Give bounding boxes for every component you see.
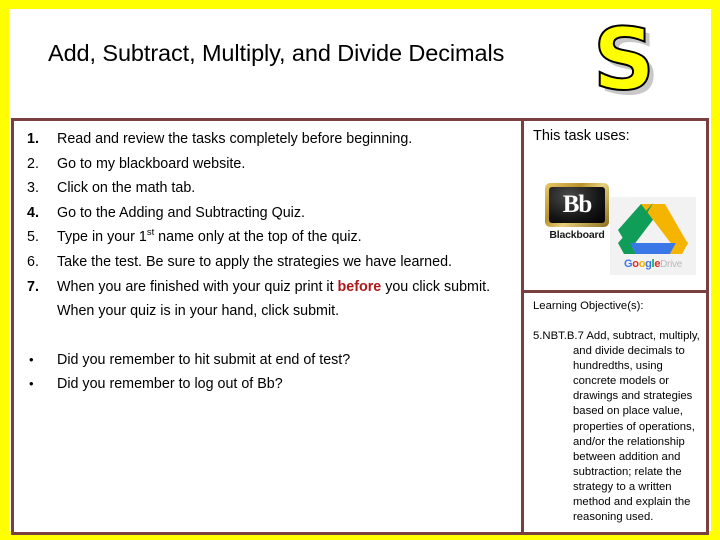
emphasis-before: before: [337, 278, 382, 295]
slide-header: Add, Subtract, Multiply, and Divide Deci…: [9, 9, 711, 110]
step-number: 7.: [27, 278, 39, 295]
blackboard-mark: Bb: [549, 187, 605, 223]
blackboard-caption: Blackboard: [549, 229, 605, 241]
step-text-post: name only at the top of the quiz.: [154, 229, 362, 246]
reminder-item-2: • Did you remember to log out of Bb?: [14, 372, 521, 397]
tools-used-panel: This task uses: Bb Blackboard GoogleDriv…: [524, 121, 706, 293]
step-number: 6.: [27, 253, 39, 270]
bullet-icon: •: [29, 351, 34, 367]
step-text: Type in your 1st name only at the top of…: [57, 225, 521, 250]
blackboard-logo-icon: Bb Blackboard: [545, 183, 609, 241]
task-step-1: 1. Read and review the tasks completely …: [14, 127, 521, 152]
task-step-7: 7. When you are finished with your quiz …: [14, 275, 521, 324]
reminder-item-1: • Did you remember to hit submit at end …: [14, 348, 521, 373]
step-number: 3.: [27, 180, 39, 197]
tools-used-title: This task uses:: [533, 128, 630, 144]
letter-s-logo-icon: S: [592, 10, 656, 110]
google-drive-logo-icon: GoogleDrive: [610, 197, 696, 275]
step-text: When you are finished with your quiz pri…: [57, 275, 521, 324]
learning-objectives-panel: Learning Objective(s): 5.NBT.B.7 Add, su…: [524, 293, 706, 532]
step-number: 5.: [27, 229, 39, 246]
learning-objectives-title: Learning Objective(s):: [533, 300, 644, 312]
step-text: Read and review the tasks completely bef…: [57, 131, 413, 147]
task-table: 1. Read and review the tasks completely …: [11, 118, 709, 535]
learning-objectives-text: 5.NBT.B.7 Add, subtract, multiply, and d…: [533, 330, 700, 524]
step-text: Click on the math tab.: [57, 180, 196, 197]
step-number: 1.: [27, 131, 39, 147]
step-text: Go to my blackboard website.: [57, 155, 246, 172]
step-text-pre: When you are finished with your quiz pri…: [57, 278, 338, 295]
reminder-text: Did you remember to log out of Bb?: [57, 376, 283, 393]
slide-canvas: Add, Subtract, Multiply, and Divide Deci…: [0, 0, 720, 540]
google-drive-word: Drive: [660, 259, 682, 270]
task-step-5: 5. Type in your 1st name only at the top…: [14, 225, 521, 250]
step-number: 2.: [27, 155, 39, 172]
task-step-3: 3. Click on the math tab.: [14, 176, 521, 201]
reminder-list: • Did you remember to hit submit at end …: [14, 348, 521, 397]
task-step-4: 4. Go to the Adding and Subtracting Quiz…: [14, 201, 521, 226]
task-instructions-cell: 1. Read and review the tasks completely …: [14, 121, 524, 532]
task-step-2: 2. Go to my blackboard website.: [14, 152, 521, 177]
blackboard-plate: Bb: [545, 183, 609, 227]
page-title: Add, Subtract, Multiply, and Divide Deci…: [48, 40, 505, 66]
task-step-6: 6. Take the test. Be sure to apply the s…: [14, 250, 521, 275]
step-number: 4.: [27, 204, 39, 221]
step-text-pre: Type in your 1: [57, 229, 147, 246]
google-drive-triangle: [618, 203, 688, 254]
task-step-list: 1. Read and review the tasks completely …: [14, 127, 521, 324]
reminder-text: Did you remember to hit submit at end of…: [57, 351, 351, 368]
step-text: Take the test. Be sure to apply the stra…: [57, 253, 452, 270]
task-sidebar-cell: This task uses: Bb Blackboard GoogleDriv…: [524, 121, 706, 532]
step-text: Go to the Adding and Subtracting Quiz.: [57, 204, 305, 221]
google-drive-caption: GoogleDrive: [610, 258, 696, 271]
bullet-icon: •: [29, 376, 34, 392]
